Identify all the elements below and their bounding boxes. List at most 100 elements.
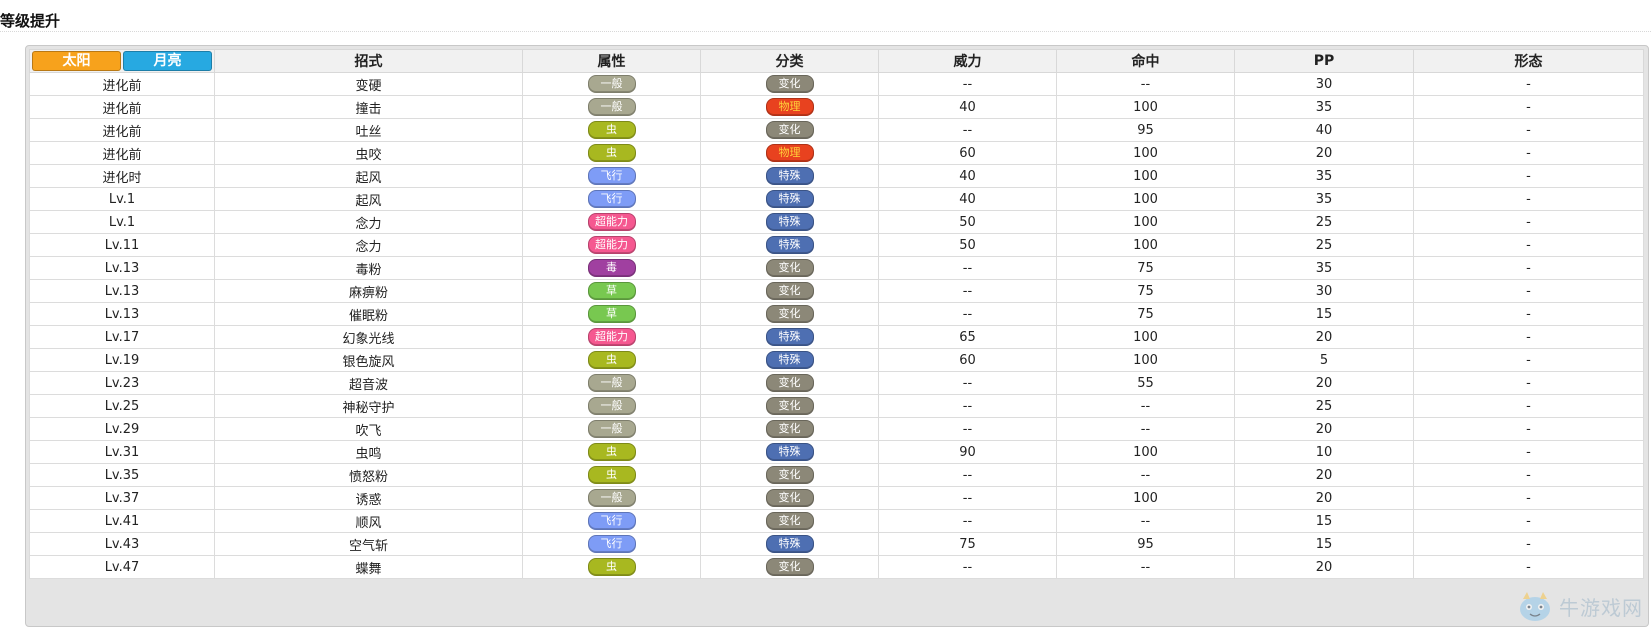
- category-cell: 物理: [700, 141, 879, 165]
- type-badge: 飞行: [587, 535, 636, 553]
- move-name-cell[interactable]: 念力: [214, 210, 523, 234]
- table-row: Lv.41 顺风 飞行 变化 -- -- 15-: [29, 509, 1644, 533]
- accuracy-cell: 100: [1056, 486, 1235, 510]
- pp-cell: 20: [1234, 325, 1414, 349]
- accuracy-cell: 100: [1056, 348, 1235, 372]
- type-badge: 一般: [587, 374, 636, 392]
- move-name-cell[interactable]: 念力: [214, 233, 523, 257]
- power-cell: --: [878, 417, 1057, 441]
- move-name-cell[interactable]: 虫鸣: [214, 440, 523, 464]
- move-name-cell[interactable]: 吹飞: [214, 417, 523, 441]
- type-badge: 虫: [587, 121, 636, 139]
- tab-moon[interactable]: 月亮: [123, 51, 212, 71]
- level-cell: Lv.19: [29, 348, 215, 372]
- category-badge: 特殊: [765, 328, 814, 346]
- move-name-cell[interactable]: 神秘守护: [214, 394, 523, 418]
- accuracy-cell: --: [1056, 417, 1235, 441]
- col-header-pp: PP: [1234, 49, 1414, 73]
- pp-cell: 40: [1234, 118, 1414, 142]
- pp-cell: 20: [1234, 463, 1414, 487]
- category-cell: 变化: [700, 371, 879, 395]
- type-badge: 虫: [587, 443, 636, 461]
- move-name-cell[interactable]: 顺风: [214, 509, 523, 533]
- page-heading: 等级提升: [0, 12, 61, 30]
- move-name-cell[interactable]: 诱惑: [214, 486, 523, 510]
- accuracy-cell: 100: [1056, 233, 1235, 257]
- table-row: Lv.13 催眠粉 草 变化 -- 75 15-: [29, 302, 1644, 326]
- table-row: Lv.23 超音波 一般 变化 -- 55 20-: [29, 371, 1644, 395]
- accuracy-cell: --: [1056, 72, 1235, 96]
- form-cell: -: [1413, 187, 1644, 211]
- power-cell: 50: [878, 210, 1057, 234]
- form-cell: -: [1413, 394, 1644, 418]
- accuracy-cell: --: [1056, 394, 1235, 418]
- level-cell: Lv.29: [29, 417, 215, 441]
- category-badge: 变化: [765, 512, 814, 530]
- category-cell: 变化: [700, 279, 879, 303]
- category-cell: 变化: [700, 486, 879, 510]
- accuracy-cell: 100: [1056, 95, 1235, 119]
- accuracy-cell: 75: [1056, 302, 1235, 326]
- move-name-cell[interactable]: 空气斩: [214, 532, 523, 556]
- move-name-cell[interactable]: 银色旋风: [214, 348, 523, 372]
- col-header-accuracy: 命中: [1056, 49, 1235, 73]
- power-cell: 50: [878, 233, 1057, 257]
- table-row: Lv.11 念力 超能力 特殊 50 100 25-: [29, 233, 1644, 257]
- type-cell: 一般: [522, 394, 701, 418]
- category-cell: 特殊: [700, 187, 879, 211]
- form-cell: -: [1413, 141, 1644, 165]
- type-cell: 毒: [522, 256, 701, 280]
- move-name-cell[interactable]: 超音波: [214, 371, 523, 395]
- category-badge: 变化: [765, 374, 814, 392]
- tab-sun[interactable]: 太阳: [32, 51, 121, 71]
- move-name-cell[interactable]: 撞击: [214, 95, 523, 119]
- type-badge: 飞行: [587, 190, 636, 208]
- category-cell: 特殊: [700, 164, 879, 188]
- col-header-type: 属性: [522, 49, 701, 73]
- pp-cell: 20: [1234, 486, 1414, 510]
- category-cell: 特殊: [700, 348, 879, 372]
- move-name-cell[interactable]: 催眠粉: [214, 302, 523, 326]
- type-cell: 草: [522, 279, 701, 303]
- category-badge: 物理: [765, 144, 814, 162]
- move-name-cell[interactable]: 毒粉: [214, 256, 523, 280]
- type-cell: 超能力: [522, 325, 701, 349]
- pp-cell: 35: [1234, 187, 1414, 211]
- type-badge: 飞行: [587, 167, 636, 185]
- form-cell: -: [1413, 486, 1644, 510]
- table-row: Lv.19 银色旋风 虫 特殊 60 100 5-: [29, 348, 1644, 372]
- move-name-cell[interactable]: 虫咬: [214, 141, 523, 165]
- move-name-cell[interactable]: 吐丝: [214, 118, 523, 142]
- category-cell: 变化: [700, 256, 879, 280]
- accuracy-cell: 100: [1056, 210, 1235, 234]
- category-badge: 变化: [765, 282, 814, 300]
- pp-cell: 25: [1234, 210, 1414, 234]
- watermark-text: 牛游戏网: [1559, 595, 1643, 620]
- type-cell: 虫: [522, 555, 701, 579]
- move-name-cell[interactable]: 起风: [214, 187, 523, 211]
- col-header-form: 形态: [1413, 49, 1644, 73]
- move-name-cell[interactable]: 起风: [214, 164, 523, 188]
- power-cell: 75: [878, 532, 1057, 556]
- category-badge: 特殊: [765, 351, 814, 369]
- form-cell: -: [1413, 302, 1644, 326]
- move-name-cell[interactable]: 变硬: [214, 72, 523, 96]
- accuracy-cell: 95: [1056, 532, 1235, 556]
- type-badge: 虫: [587, 351, 636, 369]
- pp-cell: 5: [1234, 348, 1414, 372]
- type-badge: 飞行: [587, 512, 636, 530]
- version-tabs-cell: 太阳 月亮: [29, 49, 215, 73]
- move-name-cell[interactable]: 蝶舞: [214, 555, 523, 579]
- pp-cell: 30: [1234, 72, 1414, 96]
- move-name-cell[interactable]: 幻象光线: [214, 325, 523, 349]
- category-cell: 特殊: [700, 210, 879, 234]
- move-name-cell[interactable]: 麻痹粉: [214, 279, 523, 303]
- category-cell: 特殊: [700, 440, 879, 464]
- accuracy-cell: 55: [1056, 371, 1235, 395]
- move-name-cell[interactable]: 愤怒粉: [214, 463, 523, 487]
- accuracy-cell: 75: [1056, 279, 1235, 303]
- form-cell: -: [1413, 233, 1644, 257]
- pp-cell: 30: [1234, 279, 1414, 303]
- power-cell: --: [878, 256, 1057, 280]
- accuracy-cell: --: [1056, 463, 1235, 487]
